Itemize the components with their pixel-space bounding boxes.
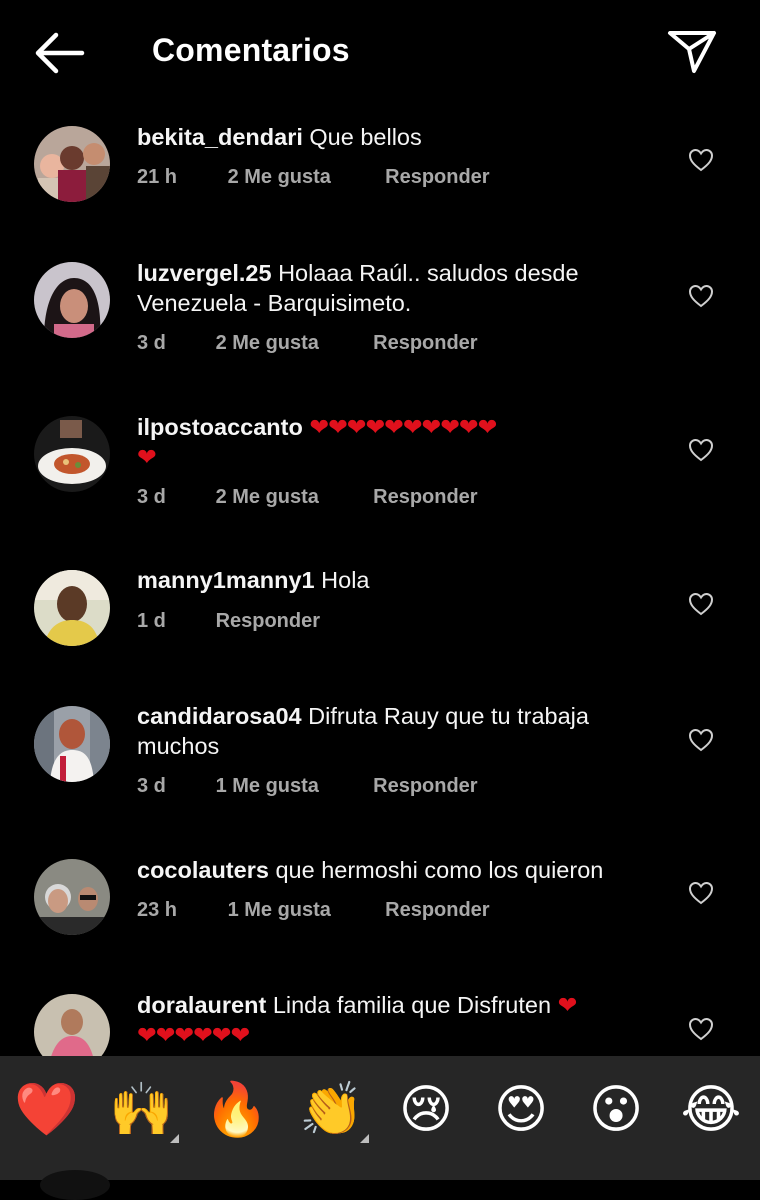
reply-button[interactable]: Responder <box>385 166 489 189</box>
reaction-raised-hands-emoji[interactable]: 🙌 <box>109 1078 174 1142</box>
comment-time: 3 d <box>137 775 166 797</box>
comment-time: 3 d <box>137 332 166 354</box>
comment-username[interactable]: luzvergel.25 <box>137 260 272 286</box>
comment-username[interactable]: doralaurent <box>137 992 266 1018</box>
avatar[interactable] <box>34 262 110 338</box>
avatar <box>40 1170 110 1200</box>
reply-button[interactable]: Responder <box>216 610 320 633</box>
avatar[interactable] <box>34 570 110 646</box>
send-icon[interactable] <box>664 26 720 76</box>
avatar[interactable] <box>34 416 110 492</box>
reaction-laughing-emoji[interactable]: 😂 <box>679 1078 743 1142</box>
comment-text: que hermoshi como los quieron <box>275 857 604 883</box>
like-heart-icon[interactable] <box>688 881 714 905</box>
comment-hearts: ❤❤❤❤❤❤❤❤❤❤ <box>309 414 497 440</box>
quick-reaction-bar: ❤️ 🙌 🔥 👏 😢 😍 😮 😂 <box>0 1056 760 1180</box>
reply-button[interactable]: Responder <box>385 899 489 922</box>
like-heart-icon[interactable] <box>688 592 714 616</box>
avatar[interactable] <box>34 859 110 935</box>
reaction-surprised-emoji[interactable]: 😮 <box>584 1078 648 1142</box>
like-heart-icon[interactable] <box>688 728 714 752</box>
comment-username[interactable]: cocolauters <box>137 857 269 883</box>
comment-time: 1 d <box>137 610 166 632</box>
reaction-heart-emoji[interactable]: ❤️ <box>14 1078 79 1142</box>
comment-text: Linda familia que Disfruten <box>272 992 552 1018</box>
comment-meta: 3 d 1 Me gusta Responder <box>137 775 478 798</box>
comment-meta: 3 d 2 Me gusta Responder <box>137 486 478 509</box>
like-heart-icon[interactable] <box>688 284 714 308</box>
comment-text-line-2: muchos <box>137 733 220 759</box>
comment-meta: 21 h 2 Me gusta Responder <box>137 166 490 189</box>
comment-time: 21 h <box>137 166 178 188</box>
comment-text: Holaaa Raúl.. saludos desde <box>278 260 579 286</box>
skin-tone-indicator-icon <box>360 1134 369 1143</box>
reply-button[interactable]: Responder <box>373 332 477 355</box>
skin-tone-indicator-icon <box>170 1134 179 1143</box>
page-title: Comentarios <box>152 32 350 68</box>
comment-meta: 3 d 2 Me gusta Responder <box>137 332 478 355</box>
comment-username[interactable]: ilpostoaccanto <box>137 414 303 440</box>
comment-likes[interactable]: 2 Me gusta <box>216 332 368 355</box>
reaction-fire-emoji[interactable]: 🔥 <box>204 1078 269 1142</box>
comment-time: 23 h <box>137 899 178 921</box>
comment-likes[interactable]: 1 Me gusta <box>228 899 380 922</box>
reaction-crying-emoji[interactable]: 😢 <box>394 1078 458 1142</box>
comment-username[interactable]: candidarosa04 <box>137 703 302 729</box>
reaction-clapping-emoji[interactable]: 👏 <box>299 1078 364 1142</box>
like-heart-icon[interactable] <box>688 148 714 172</box>
reply-button[interactable]: Responder <box>373 486 477 509</box>
comment-text: Hola <box>321 567 370 593</box>
header: Comentarios <box>0 0 760 104</box>
comment-username[interactable]: manny1manny1 <box>137 567 315 593</box>
comment-meta: 23 h 1 Me gusta Responder <box>137 899 490 922</box>
comment-text: Difruta Rauy que tu trabaja <box>308 703 589 729</box>
reply-button[interactable]: Responder <box>373 775 477 798</box>
comment-hearts-line-2: ❤ <box>137 444 157 470</box>
like-heart-icon[interactable] <box>688 1017 714 1041</box>
comment-text: Que bellos <box>309 124 422 150</box>
comment-text-line-2: Venezuela - Barquisimeto. <box>137 290 412 316</box>
avatar[interactable] <box>34 126 110 202</box>
comment-likes[interactable]: 2 Me gusta <box>228 166 380 189</box>
like-heart-icon[interactable] <box>688 438 714 462</box>
reaction-heart-eyes-emoji[interactable]: 😍 <box>489 1078 553 1142</box>
comment-likes[interactable]: 1 Me gusta <box>216 775 368 798</box>
comment-meta: 1 d Responder <box>137 610 320 633</box>
back-arrow-icon[interactable] <box>30 30 88 76</box>
comment-username[interactable]: bekita_dendari <box>137 124 303 150</box>
avatar[interactable] <box>34 706 110 782</box>
comment-likes[interactable]: 2 Me gusta <box>216 486 368 509</box>
comment-time: 3 d <box>137 486 166 508</box>
comment-hearts: ❤ <box>557 992 578 1018</box>
comment-hearts-line-2: ❤❤❤❤❤❤ <box>137 1022 250 1048</box>
